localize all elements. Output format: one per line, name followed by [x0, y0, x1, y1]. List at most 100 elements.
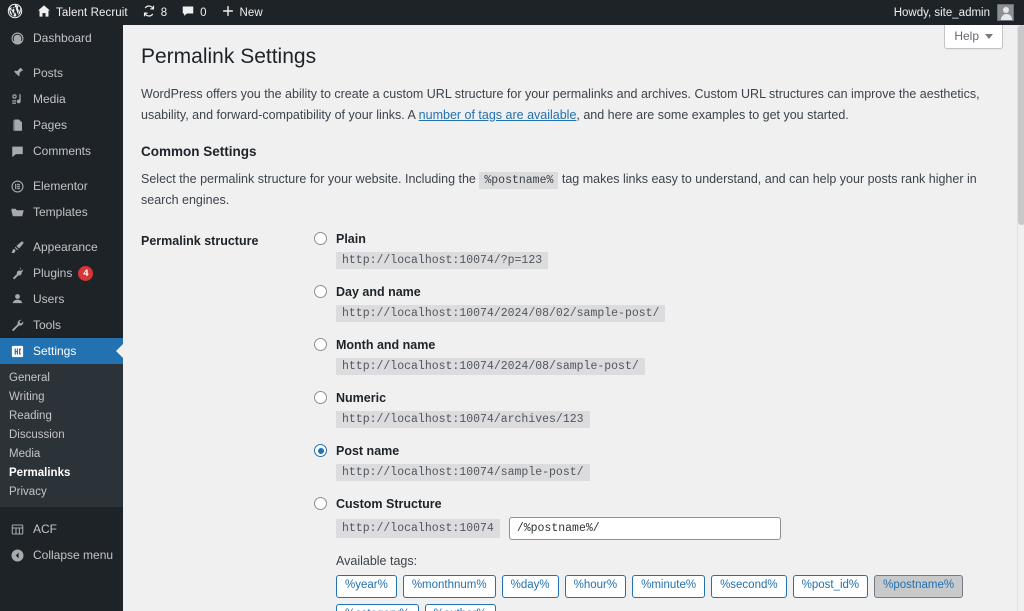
updates-menu[interactable]: 8: [135, 0, 174, 25]
radio-day-and-name[interactable]: [314, 285, 327, 299]
option-label: Post name: [336, 443, 400, 458]
howdy-label: Howdy, site_admin: [893, 6, 990, 19]
available-tags-list: %year% %monthnum% %day% %hour% %minute% …: [336, 574, 976, 611]
help-label: Help: [954, 29, 979, 43]
pin-icon: [9, 65, 26, 82]
tag-button-post-id[interactable]: %post_id%: [792, 574, 869, 598]
settings-icon: [9, 343, 26, 360]
option-label: Numeric: [336, 390, 387, 405]
admin-sidebar-menu: Dashboard Posts Media Pages Comments Ele…: [0, 25, 123, 611]
sidebar-item-elementor[interactable]: Elementor: [0, 173, 123, 199]
radio-month-and-name[interactable]: [314, 338, 327, 352]
tag-button-day[interactable]: %day%: [501, 574, 559, 598]
sidebar-item-appearance[interactable]: Appearance: [0, 234, 123, 260]
sidebar-item-posts[interactable]: Posts: [0, 60, 123, 86]
sidebar-subitem-discussion[interactable]: Discussion: [0, 425, 123, 444]
tag-button-minute[interactable]: %minute%: [632, 574, 706, 598]
option-label: Plain: [336, 231, 366, 246]
permalink-options-group: Plain http://localhost:10074/?p=123 Day …: [314, 232, 997, 611]
sidebar-subitem-media[interactable]: Media: [0, 444, 123, 463]
option-url-example: http://localhost:10074/sample-post/: [336, 463, 590, 481]
folder-icon: [9, 204, 26, 221]
new-content-label: New: [239, 6, 263, 19]
sidebar-item-dashboard[interactable]: Dashboard: [0, 25, 123, 51]
media-icon: [9, 91, 26, 108]
sidebar-item-label: Media: [33, 92, 66, 106]
option-numeric[interactable]: Numeric http://localhost:10074/archives/…: [314, 391, 997, 428]
available-tags-label: Available tags:: [336, 553, 418, 568]
menu-separator: [0, 507, 123, 516]
settings-submenu: General Writing Reading Discussion Media…: [0, 364, 123, 507]
option-label: Custom Structure: [336, 496, 442, 511]
tag-button-monthnum[interactable]: %monthnum%: [402, 574, 496, 598]
my-account-menu[interactable]: Howdy, site_admin: [894, 4, 1024, 21]
option-custom-structure[interactable]: Custom Structure http://localhost:10074 …: [314, 497, 997, 611]
admin-bar: Talent Recruit 8 0 New Howdy, site_admin: [0, 0, 1024, 25]
permalink-structure-label: Permalink structure: [141, 233, 259, 248]
tag-button-year[interactable]: %year%: [336, 574, 397, 598]
page-scrollbar-thumb[interactable]: [1018, 25, 1024, 225]
tag-button-second[interactable]: %second%: [711, 574, 787, 598]
tag-button-hour[interactable]: %hour%: [564, 574, 627, 598]
new-content-menu[interactable]: New: [214, 0, 270, 25]
menu-separator: [0, 164, 123, 173]
sidebar-item-plugins[interactable]: Plugins 4: [0, 260, 123, 286]
page-scrollbar[interactable]: [1017, 25, 1024, 611]
custom-structure-input[interactable]: [508, 516, 781, 540]
radio-numeric[interactable]: [314, 391, 327, 405]
help-button[interactable]: Help: [944, 25, 1003, 49]
sidebar-item-settings[interactable]: Settings: [0, 338, 123, 364]
sidebar-item-acf[interactable]: ACF: [0, 516, 123, 542]
page-title: Permalink Settings: [141, 45, 317, 68]
help-tab-wrapper: Help: [944, 25, 1003, 49]
sidebar-item-label: Collapse menu: [33, 548, 114, 562]
menu-separator: [0, 51, 123, 60]
radio-plain[interactable]: [314, 232, 327, 246]
avatar: [997, 4, 1014, 21]
option-post-name[interactable]: Post name http://localhost:10074/sample-…: [314, 444, 997, 481]
plug-icon: [9, 265, 26, 282]
sidebar-item-templates[interactable]: Templates: [0, 199, 123, 225]
dashboard-icon: [9, 30, 26, 47]
tag-button-postname[interactable]: %postname%: [874, 574, 964, 598]
sidebar-subitem-general[interactable]: General: [0, 368, 123, 387]
plus-icon: [221, 4, 235, 21]
comment-bubble-icon: [181, 4, 195, 21]
option-url-example: http://localhost:10074/2024/08/02/sample…: [336, 304, 666, 322]
elementor-icon: [9, 178, 26, 195]
collapse-arrow-icon: [9, 547, 26, 564]
sidebar-subitem-permalinks[interactable]: Permalinks: [0, 463, 123, 482]
available-tags-link[interactable]: number of tags are available: [419, 108, 577, 122]
option-month-and-name[interactable]: Month and name http://localhost:10074/20…: [314, 338, 997, 375]
permalink-structure-form: Permalink structure Plain http://localho…: [141, 232, 997, 611]
updates-icon: [142, 4, 156, 21]
sidebar-item-media[interactable]: Media: [0, 86, 123, 112]
sidebar-item-users[interactable]: Users: [0, 286, 123, 312]
sidebar-item-comments[interactable]: Comments: [0, 138, 123, 164]
intro-paragraph: WordPress offers you the ability to crea…: [141, 84, 997, 125]
tag-button-author[interactable]: %author%: [424, 603, 496, 611]
radio-custom-structure[interactable]: [314, 497, 327, 511]
sidebar-subitem-writing[interactable]: Writing: [0, 387, 123, 406]
sidebar-item-collapse-menu[interactable]: Collapse menu: [0, 542, 123, 568]
common-settings-heading: Common Settings: [141, 143, 257, 159]
site-name-menu[interactable]: Talent Recruit: [30, 0, 135, 25]
sidebar-item-label: Appearance: [33, 240, 98, 254]
option-plain[interactable]: Plain http://localhost:10074/?p=123: [314, 232, 997, 269]
sidebar-subitem-privacy[interactable]: Privacy: [0, 482, 123, 501]
comments-count: 0: [200, 6, 207, 19]
updates-count: 8: [160, 6, 168, 19]
sidebar-item-pages[interactable]: Pages: [0, 112, 123, 138]
home-icon: [37, 4, 51, 21]
comment-icon: [9, 143, 26, 160]
tag-button-category[interactable]: %category%: [336, 603, 419, 611]
option-url-example: http://localhost:10074/?p=123: [336, 251, 549, 269]
radio-post-name[interactable]: [314, 444, 327, 458]
sidebar-item-label: Plugins: [33, 266, 73, 280]
wp-logo-menu[interactable]: [0, 0, 30, 25]
option-day-and-name[interactable]: Day and name http://localhost:10074/2024…: [314, 285, 997, 322]
comments-menu[interactable]: 0: [174, 0, 213, 25]
chevron-down-icon: [985, 33, 993, 39]
sidebar-item-tools[interactable]: Tools: [0, 312, 123, 338]
sidebar-subitem-reading[interactable]: Reading: [0, 406, 123, 425]
